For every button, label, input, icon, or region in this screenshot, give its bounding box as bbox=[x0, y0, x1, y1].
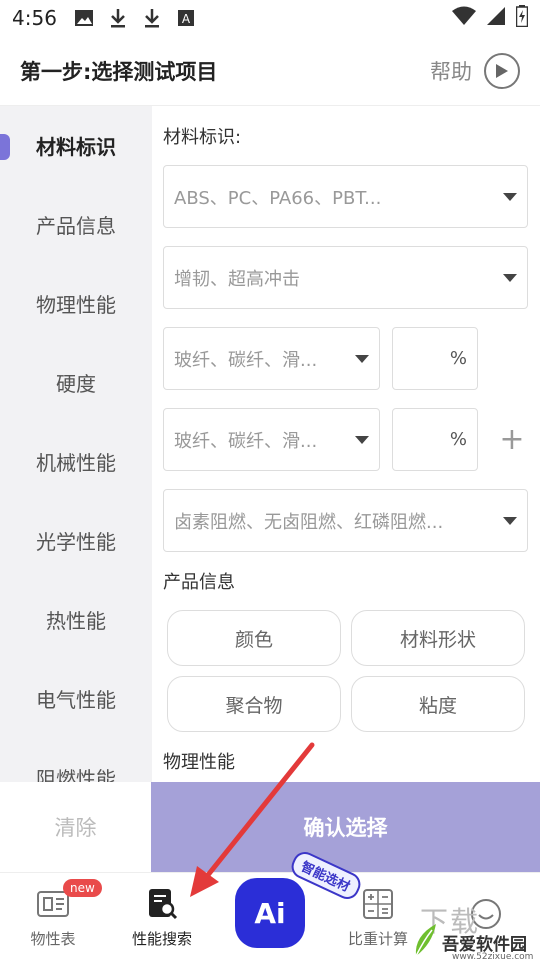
download-icon bbox=[107, 7, 129, 29]
wifi-icon bbox=[452, 6, 476, 31]
modifier-select[interactable]: 增韧、超高冲击 bbox=[163, 246, 528, 309]
sidebar-item-label: 热性能 bbox=[46, 609, 106, 633]
sidebar-item-label: 硬度 bbox=[56, 372, 96, 396]
ai-button[interactable]: Ai bbox=[235, 878, 305, 948]
sidebar-item-electrical[interactable]: 电气性能 bbox=[0, 659, 152, 738]
sidebar-item-thermal[interactable]: 热性能 bbox=[0, 580, 152, 659]
sidebar-item-mechanical[interactable]: 机械性能 bbox=[0, 422, 152, 501]
chip-polymer[interactable]: 聚合物 bbox=[167, 676, 341, 732]
filler-row-2: 玻纤、碳纤、滑... % + bbox=[163, 408, 540, 471]
filler-row-1: 玻纤、碳纤、滑... % bbox=[163, 327, 540, 390]
modifier-placeholder: 增韧、超高冲击 bbox=[174, 268, 300, 290]
page-header: 第一步:选择测试项目 帮助 bbox=[0, 36, 540, 106]
flame-retardant-select[interactable]: 卤素阻燃、无卤阻燃、红磷阻燃... bbox=[163, 489, 528, 552]
help-link[interactable]: 帮助 bbox=[430, 56, 472, 86]
product-info-chips: 颜色 材料形状 聚合物 粘度 bbox=[167, 610, 540, 732]
add-filler-button[interactable]: + bbox=[492, 422, 532, 457]
play-button[interactable] bbox=[484, 52, 520, 89]
watermark-logo: 下载 吾爱软件园 www.52zixue.com bbox=[400, 905, 540, 960]
flame-placeholder: 卤素阻燃、无卤阻燃、红磷阻燃... bbox=[174, 511, 444, 533]
font-icon: A bbox=[175, 7, 197, 29]
chip-material-shape[interactable]: 材料形状 bbox=[351, 610, 525, 666]
battery-icon bbox=[515, 4, 529, 32]
watermark-url: www.52zixue.com bbox=[452, 952, 534, 960]
base-resin-select[interactable]: ABS、PC、PA66、PBT... bbox=[163, 165, 528, 228]
tab-performance-search[interactable]: 性能搜索 bbox=[112, 873, 212, 960]
caret-down-icon bbox=[503, 192, 517, 201]
leaf-icon bbox=[415, 924, 436, 957]
physical-heading-partial: 物理性能 bbox=[163, 752, 235, 773]
caret-down-icon bbox=[355, 354, 369, 363]
sidebar-item-label: 光学性能 bbox=[36, 530, 116, 554]
caret-down-icon bbox=[503, 516, 517, 525]
sidebar-item-label: 产品信息 bbox=[36, 214, 116, 238]
sidebar-item-flame[interactable]: 阻燃性能 bbox=[0, 738, 152, 782]
tab-label: 性能搜索 bbox=[131, 929, 192, 948]
confirm-selection-button[interactable]: 确认选择 bbox=[151, 782, 540, 872]
chip-viscosity[interactable]: 粘度 bbox=[351, 676, 525, 732]
sidebar-item-product-info[interactable]: 产品信息 bbox=[0, 185, 152, 264]
caret-down-icon bbox=[503, 273, 517, 282]
download-icon bbox=[141, 7, 163, 29]
play-icon bbox=[496, 63, 508, 78]
image-icon bbox=[73, 7, 95, 29]
status-icons: A bbox=[73, 7, 197, 29]
filler-percent-input-1[interactable]: % bbox=[392, 327, 478, 390]
sidebar-item-material-id[interactable]: 材料标识 bbox=[0, 106, 152, 185]
status-right bbox=[452, 4, 529, 32]
filler-select-2[interactable]: 玻纤、碳纤、滑... bbox=[163, 408, 380, 471]
signal-icon bbox=[486, 6, 506, 31]
category-sidebar: 材料标识 产品信息 物理性能 硬度 机械性能 光学性能 热性能 电气性能 阻燃性… bbox=[0, 106, 152, 782]
sidebar-item-optical[interactable]: 光学性能 bbox=[0, 501, 152, 580]
status-bar: 4:56 A bbox=[0, 0, 540, 36]
product-info-heading: 产品信息 bbox=[163, 572, 235, 593]
sidebar-item-label: 阻燃性能 bbox=[36, 767, 116, 782]
new-badge: new bbox=[63, 879, 102, 897]
caret-down-icon bbox=[355, 435, 369, 444]
filter-panel: 材料标识: ABS、PC、PA66、PBT... 增韧、超高冲击 玻纤、碳纤、滑… bbox=[152, 106, 540, 782]
page-title: 第一步:选择测试项目 bbox=[20, 59, 218, 84]
tab-label: 比重计算 bbox=[347, 929, 408, 948]
tab-label: 物性表 bbox=[30, 929, 76, 948]
chip-color[interactable]: 颜色 bbox=[167, 610, 341, 666]
sidebar-item-label: 电气性能 bbox=[36, 688, 116, 712]
base-resin-placeholder: ABS、PC、PA66、PBT... bbox=[174, 187, 382, 209]
filler-placeholder: 玻纤、碳纤、滑... bbox=[174, 349, 318, 371]
status-time: 4:56 bbox=[12, 6, 57, 30]
calculator-icon bbox=[360, 886, 396, 922]
svg-text:A: A bbox=[182, 12, 191, 26]
percent-sign: % bbox=[449, 429, 467, 450]
sidebar-item-label: 材料标识 bbox=[36, 135, 116, 159]
search-doc-icon bbox=[144, 886, 180, 922]
sidebar-item-label: 物理性能 bbox=[36, 293, 116, 317]
tab-property-sheet[interactable]: 物性表 new bbox=[3, 873, 103, 960]
percent-sign: % bbox=[449, 348, 467, 369]
clear-button[interactable]: 清除 bbox=[0, 782, 151, 872]
filler-percent-input-2[interactable]: % bbox=[392, 408, 478, 471]
filler-placeholder: 玻纤、碳纤、滑... bbox=[174, 430, 318, 452]
sidebar-item-physical[interactable]: 物理性能 bbox=[0, 264, 152, 343]
sidebar-item-label: 机械性能 bbox=[36, 451, 116, 475]
material-id-heading: 材料标识: bbox=[163, 127, 242, 148]
filler-select-1[interactable]: 玻纤、碳纤、滑... bbox=[163, 327, 380, 390]
sidebar-item-hardness[interactable]: 硬度 bbox=[0, 343, 152, 422]
